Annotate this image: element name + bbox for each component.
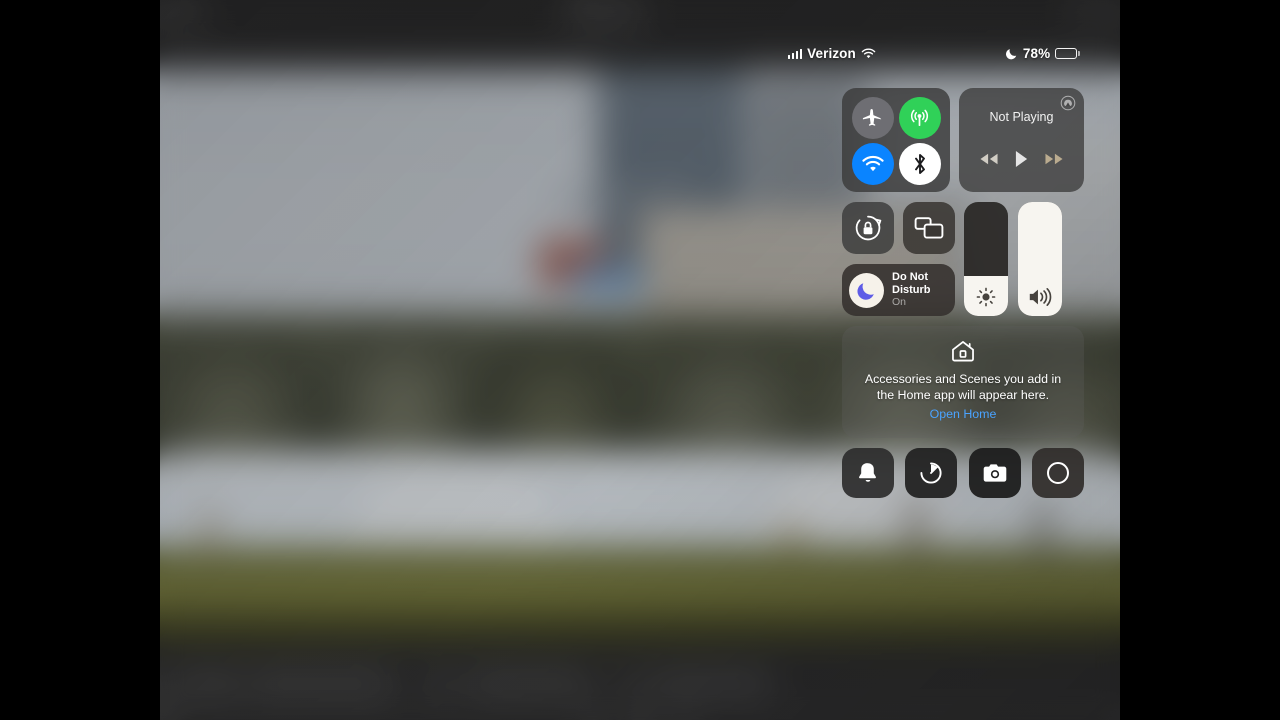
home-icon [952, 341, 974, 362]
rewind-icon[interactable] [979, 152, 999, 166]
moon-icon [1005, 49, 1017, 60]
moon-icon [856, 282, 874, 300]
status-bar-right: 78% [1005, 46, 1080, 61]
camera-button[interactable] [968, 448, 1021, 498]
brightness-icon-wrap [964, 278, 1008, 316]
screen-root: Verizon 78% Not Playing Do Not Disturb O… [0, 0, 1280, 720]
battery-icon [1055, 48, 1080, 59]
bell-icon [859, 463, 876, 482]
control-center: Not Playing Do Not Disturb On Accessorie… [842, 88, 1084, 500]
screen-recording-button[interactable] [1031, 448, 1084, 498]
camera-icon [983, 464, 1006, 482]
rotation-lock-button[interactable] [842, 202, 894, 254]
volume-icon-wrap [1018, 278, 1062, 316]
screen-mirroring-button[interactable] [903, 202, 955, 254]
timer-button[interactable] [905, 448, 958, 498]
open-home-link[interactable]: Open Home [930, 407, 997, 421]
media-playback-module[interactable]: Not Playing [959, 88, 1084, 192]
home-empty-message: Accessories and Scenes you add in the Ho… [864, 372, 1062, 402]
connectivity-module [842, 88, 950, 192]
brightness-slider[interactable] [964, 202, 1008, 316]
record-circle-icon [1046, 462, 1069, 484]
volume-slider[interactable] [1018, 202, 1062, 316]
dnd-title: Do Not Disturb [892, 271, 931, 296]
speaker-wave-icon [1029, 287, 1052, 307]
dnd-badge [849, 272, 884, 308]
media-controls [959, 150, 1084, 168]
timer-icon [920, 462, 942, 484]
dnd-text-group: Do Not Disturb On [892, 271, 955, 308]
status-bar: Verizon 78% [787, 46, 1080, 61]
shortcuts-row [842, 448, 1084, 498]
carrier-label: Verizon [807, 46, 856, 61]
play-icon[interactable] [1014, 150, 1029, 168]
cellular-data-button[interactable] [898, 97, 941, 139]
wifi-button[interactable] [851, 143, 894, 185]
do-not-disturb-button[interactable]: Do Not Disturb On [842, 264, 955, 316]
wifi-icon [861, 48, 876, 58]
ipad-viewport: Verizon 78% Not Playing Do Not Disturb O… [160, 0, 1120, 720]
status-bar-left: Verizon [787, 46, 876, 61]
screen-mirroring-icon [914, 217, 944, 239]
cellular-signal-icon [787, 48, 803, 59]
brightness-icon [976, 287, 996, 307]
bluetooth-button[interactable] [898, 143, 941, 185]
home-module: Accessories and Scenes you add in the Ho… [842, 326, 1084, 438]
dnd-state: On [892, 295, 907, 308]
wifi-icon [861, 155, 884, 171]
airplane-icon [862, 109, 881, 126]
bluetooth-icon [914, 154, 925, 174]
cellular-data-icon [910, 109, 929, 126]
media-title: Not Playing [989, 110, 1054, 124]
battery-percent-label: 78% [1022, 46, 1051, 61]
airplane-mode-button[interactable] [851, 97, 894, 139]
fast-forward-icon[interactable] [1044, 152, 1064, 166]
airplay-icon[interactable] [1060, 95, 1076, 111]
rotation-lock-icon [855, 215, 882, 241]
alarm-button[interactable] [842, 448, 894, 498]
